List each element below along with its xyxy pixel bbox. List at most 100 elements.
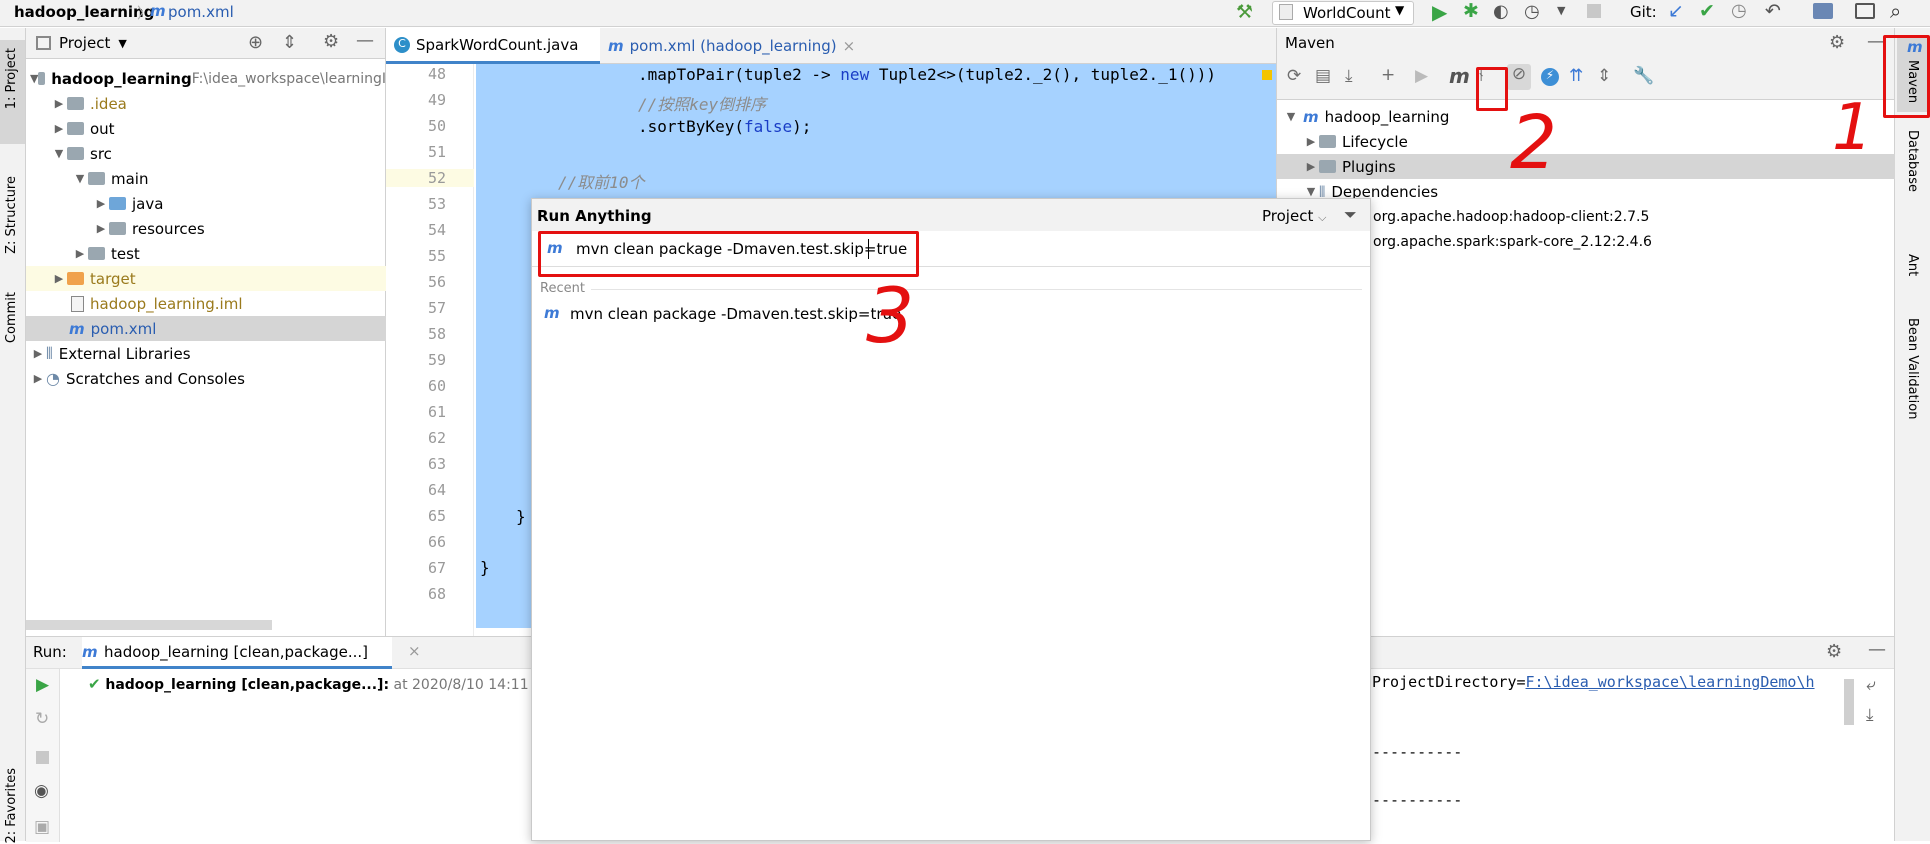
maven-tree-item[interactable]: ▼ m hadoop_learning bbox=[1277, 104, 1895, 129]
search-icon[interactable]: ⌕ bbox=[1890, 0, 1901, 23]
tool-tab-database[interactable]: Database bbox=[1897, 126, 1929, 236]
lightning-icon[interactable]: ⚡ bbox=[1541, 68, 1559, 86]
minimize-icon[interactable]: — bbox=[1868, 639, 1886, 660]
tree-item[interactable]: ▶ java bbox=[26, 191, 386, 216]
chevron-right-icon[interactable]: ▶ bbox=[51, 97, 67, 110]
recent-item[interactable]: m mvn clean package -Dmaven.test.skip=tr… bbox=[532, 301, 1370, 327]
maven-tree-item[interactable]: ▶ Plugins bbox=[1277, 154, 1895, 179]
chevron-right-icon[interactable]: ▶ bbox=[1303, 160, 1319, 173]
wrench-icon[interactable]: 🔧 bbox=[1633, 66, 1654, 86]
warning-marker[interactable] bbox=[1262, 70, 1272, 80]
add-icon[interactable]: + bbox=[1381, 65, 1395, 85]
rerun-failed-icon[interactable]: ↻ bbox=[35, 709, 49, 729]
run-icon[interactable]: ▶ bbox=[1415, 66, 1428, 86]
gear-icon[interactable]: ⚙ bbox=[1829, 32, 1845, 53]
execute-maven-goal-icon[interactable]: m bbox=[1449, 64, 1470, 88]
close-icon[interactable]: × bbox=[408, 642, 421, 660]
run-config-dropdown[interactable]: WorldCount ▼ bbox=[1272, 1, 1414, 25]
profiler-icon[interactable]: ◷ bbox=[1524, 1, 1540, 22]
tree-item[interactable]: ▼ src bbox=[26, 141, 386, 166]
tab-pom-xml[interactable]: m pom.xml (hadoop_learning) × bbox=[600, 28, 870, 64]
tab-sparkwordcount[interactable]: C SparkWordCount.java bbox=[386, 28, 600, 64]
project-panel-title[interactable]: Project bbox=[59, 34, 110, 52]
minimize-icon[interactable]: — bbox=[356, 30, 374, 51]
generate-sources-icon[interactable]: ▤ bbox=[1315, 66, 1331, 86]
chevron-down-icon[interactable]: ▼ bbox=[1283, 110, 1299, 123]
reload-icon[interactable]: ⟳ bbox=[1287, 66, 1301, 86]
tree-item[interactable]: ▶ ⫴ External Libraries bbox=[26, 341, 386, 366]
gear-icon[interactable]: ⚙ bbox=[1826, 641, 1842, 662]
config-icon bbox=[1279, 4, 1293, 20]
close-icon[interactable]: × bbox=[843, 37, 856, 55]
breadcrumb-file[interactable]: pom.xml bbox=[168, 3, 234, 21]
tree-item[interactable]: ▶ out bbox=[26, 116, 386, 141]
filter-icon[interactable]: ⏷ bbox=[1344, 205, 1357, 225]
chevron-right-icon[interactable]: ▶ bbox=[51, 272, 67, 285]
tool-tab-commit[interactable]: Commit bbox=[0, 278, 25, 368]
run-tab[interactable]: m hadoop_learning [clean,package...] × bbox=[82, 637, 421, 669]
chevron-right-icon[interactable]: ▶ bbox=[51, 122, 67, 135]
eye-icon[interactable]: ◉ bbox=[34, 781, 49, 801]
tool-tab-project[interactable]: 1: Project bbox=[0, 40, 25, 144]
show-dependencies-icon[interactable]: ⇈ bbox=[1569, 66, 1583, 86]
run-entry[interactable]: ✔ hadoop_learning [clean,package...]: at… bbox=[88, 675, 529, 693]
project-structure-icon[interactable] bbox=[1813, 3, 1833, 19]
run-icon[interactable]: ▶ bbox=[1432, 0, 1447, 24]
stop-icon[interactable] bbox=[36, 751, 49, 764]
tree-item[interactable]: m pom.xml bbox=[26, 316, 386, 341]
git-update-icon[interactable]: ↙ bbox=[1668, 0, 1684, 22]
maven-tree-label: Plugins bbox=[1342, 157, 1396, 176]
chevron-down-icon: ▼ bbox=[1395, 3, 1405, 17]
chevron-right-icon[interactable]: ▶ bbox=[93, 222, 109, 235]
tree-item-label: External Libraries bbox=[58, 344, 191, 363]
locate-icon[interactable]: ⊕ bbox=[248, 32, 263, 53]
git-commit-icon[interactable]: ✔ bbox=[1699, 0, 1715, 22]
collapse-all-icon[interactable]: ⇕ bbox=[282, 32, 297, 53]
build-hammer-icon[interactable]: ⚒ bbox=[1236, 1, 1253, 23]
rollback-icon[interactable]: ↶ bbox=[1765, 0, 1781, 22]
window-icon[interactable] bbox=[1855, 3, 1875, 19]
debug-icon[interactable]: ✱ bbox=[1463, 0, 1479, 22]
chevron-right-icon[interactable]: ▶ bbox=[30, 372, 46, 385]
breadcrumb-project[interactable]: hadoop_learning bbox=[14, 3, 154, 21]
tool-tab-ant[interactable]: Ant bbox=[1897, 250, 1929, 300]
chevron-down-icon[interactable]: ▼ bbox=[51, 147, 67, 160]
tree-item[interactable]: ▶ resources bbox=[26, 216, 386, 241]
chevron-down-icon[interactable]: ▼ bbox=[1303, 185, 1319, 198]
chevron-down-icon[interactable]: ▼ bbox=[30, 72, 38, 85]
tree-item[interactable]: ▶ target bbox=[26, 266, 386, 291]
chevron-down-icon[interactable]: ▼ bbox=[118, 37, 126, 50]
rerun-icon[interactable]: ▶ bbox=[36, 675, 49, 695]
chevron-down-icon[interactable]: ▼ bbox=[1557, 4, 1565, 17]
tree-item[interactable]: ▶ .idea bbox=[26, 91, 386, 116]
collapse-all-icon[interactable]: ⇕ bbox=[1597, 66, 1611, 86]
stop-icon[interactable] bbox=[1587, 4, 1601, 18]
tree-item[interactable]: ▶ test bbox=[26, 241, 386, 266]
scroll-to-end-icon[interactable]: ⤓ bbox=[1866, 705, 1874, 725]
tree-item[interactable]: ▼ main bbox=[26, 166, 386, 191]
maven-tree-item[interactable]: ▶ Lifecycle bbox=[1277, 129, 1895, 154]
tree-item[interactable]: ▶ ◔ Scratches and Consoles bbox=[26, 366, 386, 391]
console-link[interactable]: F:\idea_workspace\learningDemo\h bbox=[1526, 673, 1815, 691]
camera-icon[interactable]: ▣ bbox=[34, 817, 50, 837]
tool-tab-favorites[interactable]: 2: Favorites bbox=[0, 768, 25, 844]
chevron-right-icon[interactable]: ▶ bbox=[30, 347, 46, 360]
tree-item[interactable]: hadoop_learning.iml bbox=[26, 291, 386, 316]
coverage-icon[interactable]: ◐ bbox=[1493, 1, 1509, 22]
chevron-right-icon[interactable]: ▶ bbox=[1303, 135, 1319, 148]
skip-tests-icon[interactable]: ⊘ bbox=[1507, 64, 1531, 90]
download-icon[interactable]: ⤓ bbox=[1345, 66, 1353, 86]
horizontal-scrollbar[interactable] bbox=[26, 620, 272, 630]
vertical-scrollbar[interactable] bbox=[1844, 679, 1854, 725]
tool-tab-structure[interactable]: Z: Structure bbox=[0, 148, 25, 266]
chevron-right-icon[interactable]: ▶ bbox=[93, 197, 109, 210]
tree-item[interactable]: ▼ hadoop_learning F:\idea_workspace\learn… bbox=[26, 66, 386, 91]
scope-dropdown[interactable]: Project ⌵ bbox=[1262, 207, 1326, 225]
chevron-right-icon[interactable]: ▶ bbox=[72, 247, 88, 260]
history-icon[interactable]: ◷ bbox=[1731, 0, 1747, 21]
gear-icon[interactable]: ⚙ bbox=[323, 31, 339, 52]
chevron-down-icon[interactable]: ▼ bbox=[72, 172, 88, 185]
soft-wrap-icon[interactable]: ⤶ bbox=[1866, 675, 1876, 695]
tool-tab-bean-validation[interactable]: Bean Validation bbox=[1897, 314, 1929, 444]
console-line: ProjectDirectory=F:\idea_workspace\learn… bbox=[1372, 673, 1815, 691]
